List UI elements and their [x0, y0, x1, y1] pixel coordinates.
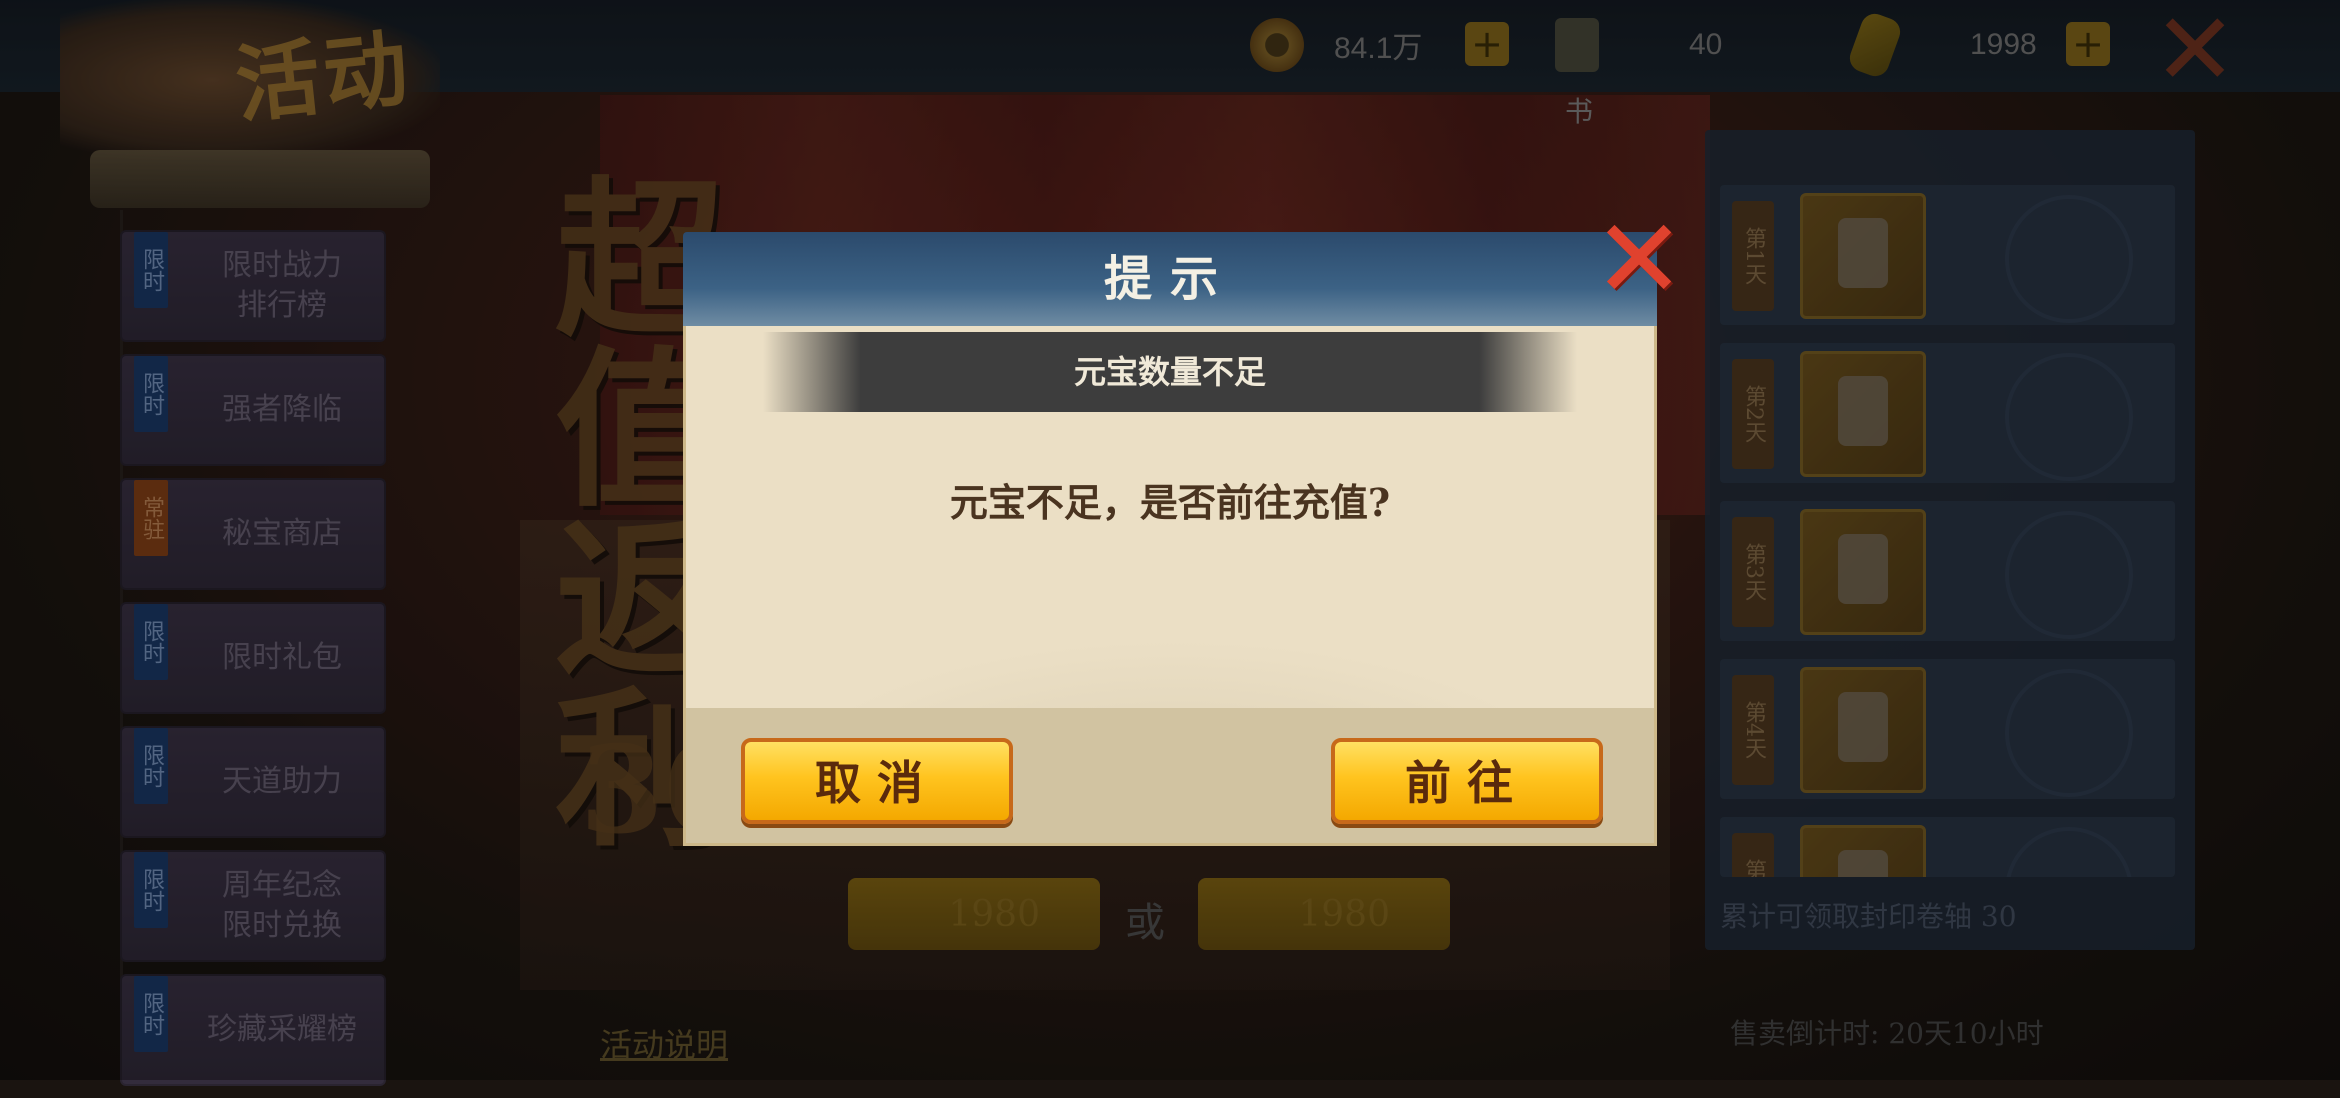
close-icon[interactable]: ✕ [1593, 204, 1685, 314]
insufficient-funds-dialog: 提示 元宝数量不足 元宝不足，是否前往充值? 取消 前往 ✕ [683, 204, 1685, 846]
dialog-subtitle: 元宝数量不足 [1073, 353, 1266, 391]
go-recharge-button[interactable]: 前往 [1331, 738, 1603, 824]
dialog-message: 元宝不足，是否前往充值? [949, 480, 1391, 525]
cancel-button[interactable]: 取消 [741, 738, 1013, 824]
dialog-title: 提示 [1103, 251, 1236, 307]
